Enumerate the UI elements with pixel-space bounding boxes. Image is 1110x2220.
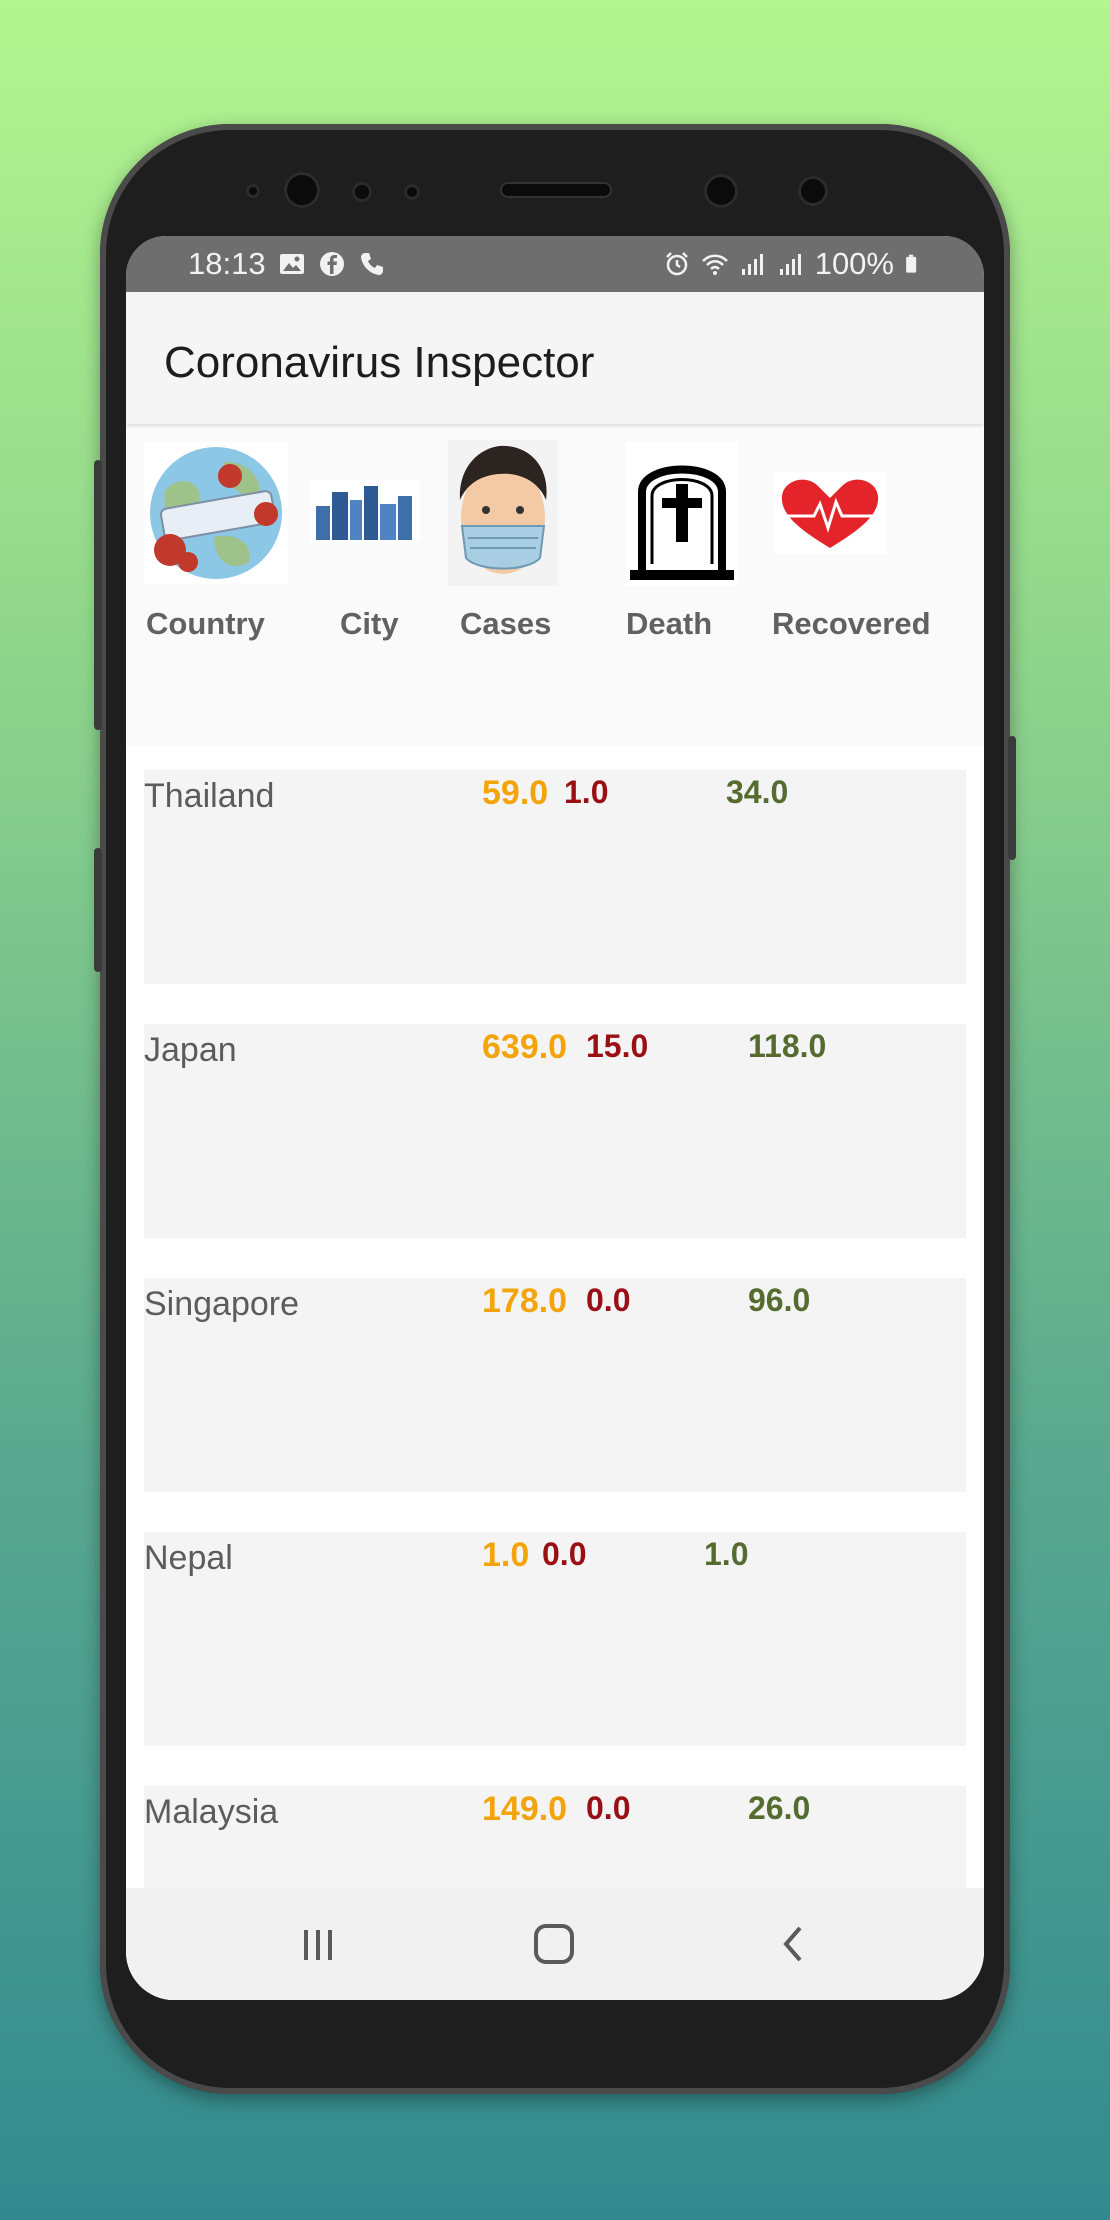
status-left: 18:13	[188, 246, 386, 282]
earpiece-speaker	[500, 182, 612, 198]
home-button[interactable]	[526, 1916, 582, 1972]
country-cell: Singapore	[144, 1285, 300, 1323]
proximity-sensor	[246, 184, 260, 198]
death-cell: 1.0	[564, 774, 609, 810]
power-button	[1008, 736, 1016, 860]
home-icon	[534, 1924, 574, 1964]
bixby-button	[94, 848, 102, 972]
cases-cell: 59.0	[482, 774, 549, 812]
app-bar: Coronavirus Inspector	[126, 292, 984, 424]
recents-icon	[304, 1930, 332, 1960]
iris-camera	[704, 174, 738, 208]
recovered-cell: 34.0	[726, 774, 789, 810]
status-right: 100%	[663, 246, 924, 282]
table-row[interactable]: Singapore 178.0 0.0 96.0	[144, 1278, 966, 1492]
recovered-cell: 1.0	[704, 1536, 749, 1572]
app-title: Coronavirus Inspector	[164, 338, 595, 387]
navigation-bar	[126, 1888, 984, 2000]
recovered-cell: 96.0	[748, 1282, 811, 1318]
cases-cell: 1.0	[482, 1536, 530, 1574]
signal-icon	[779, 254, 801, 275]
table-row[interactable]: Thailand 59.0 1.0 34.0	[144, 770, 966, 984]
heart-pulse-icon	[774, 472, 886, 554]
front-camera	[284, 172, 320, 208]
masked-face-icon	[448, 440, 558, 586]
phone-icon	[360, 253, 383, 275]
cases-cell: 149.0	[482, 1790, 568, 1828]
death-cell: 0.0	[586, 1282, 631, 1318]
globe-virus-icon	[144, 442, 288, 584]
column-header-cases: Cases	[460, 606, 552, 641]
wifi-icon	[701, 254, 728, 275]
image-icon	[279, 254, 304, 274]
back-icon	[783, 1926, 802, 1962]
death-cell: 0.0	[586, 1790, 631, 1826]
status-time: 18:13	[188, 246, 266, 281]
country-cell: Thailand	[144, 777, 275, 815]
death-cell: 15.0	[586, 1028, 649, 1064]
column-header-city: City	[340, 606, 399, 641]
signal-icon	[741, 254, 763, 275]
alarm-icon	[665, 252, 688, 276]
city-skyline-icon	[310, 480, 420, 542]
cases-cell: 639.0	[482, 1028, 568, 1066]
status-bar: 18:13 100%	[126, 236, 984, 292]
table-header: Country City Cases Death Recovered	[126, 428, 984, 746]
recovered-cell: 118.0	[748, 1028, 827, 1064]
sensor	[404, 184, 420, 200]
facebook-icon	[319, 252, 344, 276]
gravestone-icon	[626, 442, 738, 586]
column-header-country: Country	[146, 606, 265, 641]
cases-cell: 178.0	[482, 1282, 568, 1320]
table-row[interactable]: Nepal 1.0 0.0 1.0	[144, 1532, 966, 1746]
battery-percent: 100%	[814, 246, 894, 281]
recovered-cell: 26.0	[748, 1790, 811, 1826]
country-cell: Malaysia	[144, 1793, 279, 1831]
column-header-recovered: Recovered	[772, 606, 931, 641]
volume-button	[94, 460, 102, 730]
death-cell: 0.0	[542, 1536, 587, 1572]
light-sensor	[352, 182, 372, 202]
battery-icon	[906, 254, 917, 273]
column-header-death: Death	[626, 606, 713, 641]
back-button[interactable]	[766, 1916, 822, 1972]
country-cell: Japan	[144, 1031, 237, 1069]
recents-button[interactable]	[290, 1916, 346, 1972]
iris-sensor	[798, 176, 828, 206]
country-cell: Nepal	[144, 1539, 233, 1577]
table-row[interactable]: Japan 639.0 15.0 118.0	[144, 1024, 966, 1238]
screen: 18:13 100% Coronavirus Inspector Country…	[126, 236, 984, 2000]
